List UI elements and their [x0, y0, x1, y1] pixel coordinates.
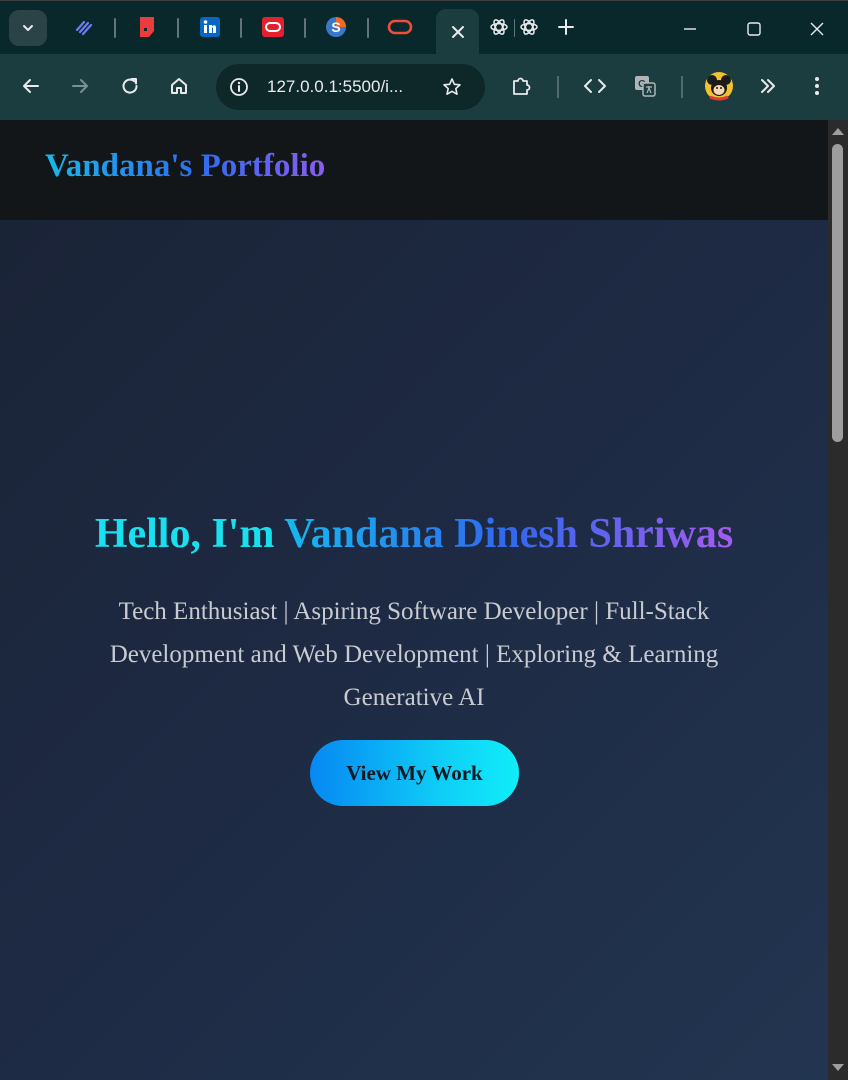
site-info-icon[interactable] — [229, 77, 249, 97]
toolbar-separator — [681, 76, 683, 98]
scroll-down-arrow-icon[interactable] — [828, 1061, 848, 1075]
tab-active[interactable] — [436, 9, 479, 55]
browser-toolbar: 127.0.0.1:5500/i... G — [0, 54, 848, 120]
tab-search-button[interactable] — [9, 10, 47, 46]
tab-separator — [367, 18, 369, 38]
toolbar-separator — [557, 76, 559, 98]
profile-button[interactable] — [702, 69, 736, 103]
tab-2[interactable] — [133, 13, 161, 41]
svg-text:S: S — [331, 19, 340, 35]
red-bookmark-icon — [140, 17, 154, 37]
hero-name: Vandana Dinesh Shriwas — [284, 511, 734, 557]
tab-3[interactable] — [196, 13, 224, 41]
maximize-button[interactable] — [732, 13, 776, 45]
tab-separator — [240, 18, 242, 38]
tab-separator — [304, 18, 306, 38]
address-bar[interactable]: 127.0.0.1:5500/i... — [216, 64, 485, 110]
tab-5[interactable]: S — [322, 13, 350, 41]
code-brackets-icon — [584, 79, 606, 93]
url-text: 127.0.0.1:5500/i... — [267, 77, 404, 96]
back-arrow-icon — [23, 79, 39, 93]
extensions-button[interactable] — [504, 69, 538, 103]
maximize-icon — [747, 22, 761, 36]
view-my-work-button[interactable]: View My Work — [310, 740, 519, 806]
bookmark-star-icon[interactable] — [442, 77, 462, 97]
tab-8[interactable] — [515, 13, 543, 41]
site-logo[interactable]: Vandana's Portfolio — [45, 148, 325, 185]
plus-icon — [558, 19, 574, 35]
menu-button[interactable] — [800, 69, 834, 103]
profile-avatar-icon — [705, 72, 733, 101]
hero-subtitle: Tech Enthusiast | Aspiring Software Deve… — [109, 598, 719, 711]
oracle-icon — [262, 17, 284, 37]
scrollbar-thumb[interactable] — [832, 144, 843, 442]
home-button[interactable] — [162, 69, 196, 103]
page-scrollbar[interactable] — [828, 120, 848, 1080]
web-page: Vandana's Portfolio Hello, I'm Vandana D… — [0, 120, 828, 1080]
tab-1[interactable] — [70, 13, 98, 41]
tab-separator — [177, 18, 179, 38]
chatgpt-icon — [490, 19, 508, 35]
linkedin-icon — [200, 17, 220, 37]
puzzle-icon — [513, 77, 531, 95]
kebab-menu-icon — [815, 77, 819, 95]
tab-6[interactable] — [386, 13, 414, 41]
chatgpt-icon — [520, 19, 538, 35]
close-window-button[interactable] — [795, 13, 839, 45]
forward-arrow-icon — [72, 79, 88, 93]
new-tab-button[interactable] — [552, 13, 580, 41]
tab-7[interactable] — [485, 13, 513, 41]
tab-4[interactable] — [259, 13, 287, 41]
scroll-up-arrow-icon[interactable] — [828, 124, 848, 138]
tab-strip: S — [0, 0, 848, 55]
back-button[interactable] — [14, 69, 48, 103]
site-header: Vandana's Portfolio — [0, 120, 828, 220]
home-icon — [171, 78, 187, 94]
hero-title: Hello, I'm Vandana Dinesh Shriwas — [0, 508, 828, 560]
translate-button[interactable]: G — [628, 69, 662, 103]
close-icon — [810, 22, 824, 36]
tab-separator — [114, 18, 116, 38]
double-chevron-right-icon — [761, 79, 775, 93]
s-logo-icon: S — [326, 17, 346, 37]
reload-icon — [122, 78, 138, 94]
code-button[interactable] — [578, 69, 612, 103]
forward-button[interactable] — [63, 69, 97, 103]
translate-icon: G — [635, 76, 656, 97]
close-tab-icon[interactable] — [451, 25, 465, 39]
hero-greeting: Hello, I'm — [94, 511, 285, 557]
stripes-logo-icon — [75, 20, 93, 36]
oracle-outline-icon — [387, 19, 413, 35]
minimize-button[interactable] — [668, 13, 712, 45]
more-tools-button[interactable] — [751, 69, 785, 103]
reload-button[interactable] — [113, 69, 147, 103]
chevron-down-icon — [23, 25, 33, 31]
minimize-icon — [684, 28, 696, 30]
